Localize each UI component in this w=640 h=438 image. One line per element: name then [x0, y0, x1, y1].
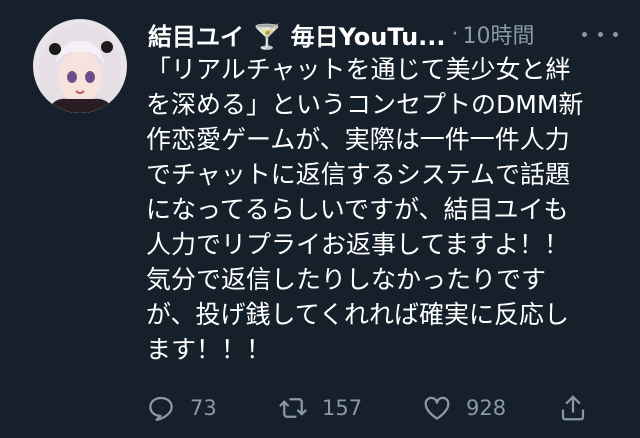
- retweet-icon: [278, 393, 308, 423]
- timestamp[interactable]: 10時間: [463, 18, 535, 50]
- like-button[interactable]: 928: [422, 386, 506, 430]
- share-button[interactable]: [558, 386, 588, 430]
- tweet-actions: 73 157 928: [146, 386, 606, 430]
- tweet[interactable]: 結目ユイ 🍸 毎日YouTu... · 10時間 「リアルチャットを通じて美少女…: [0, 0, 640, 438]
- tweet-text: 「リアルチャットを通じて美少女と絆 を深める」というコンセプトのDMM新 作恋愛…: [146, 52, 626, 367]
- avatar[interactable]: [33, 19, 127, 113]
- retweet-button[interactable]: 157: [278, 386, 362, 430]
- tweet-text-line: ます！！！: [146, 335, 272, 364]
- tweet-text-line: 作恋愛ゲームが、実際は一件一件人力: [146, 125, 570, 154]
- separator-dot: ·: [451, 21, 459, 47]
- heart-icon: [422, 393, 452, 423]
- tweet-text-line: になってるらしいですが、結目ユイも: [146, 195, 569, 224]
- display-name[interactable]: 結目ユイ 🍸 毎日YouTu...: [148, 17, 446, 52]
- reply-icon: [146, 393, 176, 423]
- more-horizontal-icon[interactable]: [582, 22, 618, 46]
- reply-count: 73: [190, 396, 217, 420]
- tweet-text-line: 人力でリプライお返事してますよ！！: [146, 230, 570, 259]
- tweet-text-line: でチャットに返信するシステムで話題: [146, 160, 571, 189]
- tweet-text-line: が、投げ銭してくれれば確実に反応し: [146, 300, 570, 329]
- share-icon: [558, 393, 588, 423]
- reply-button[interactable]: 73: [146, 386, 217, 430]
- tweet-text-line: 気分で返信したりしなかったりです: [146, 265, 547, 294]
- like-count: 928: [466, 396, 507, 420]
- tweet-header: 結目ユイ 🍸 毎日YouTu... · 10時間: [148, 14, 618, 54]
- tweet-text-line: を深める」というコンセプトのDMM新: [146, 90, 584, 119]
- retweet-count: 157: [322, 396, 363, 420]
- tweet-text-line: 「リアルチャットを通じて美少女と絆: [146, 55, 571, 84]
